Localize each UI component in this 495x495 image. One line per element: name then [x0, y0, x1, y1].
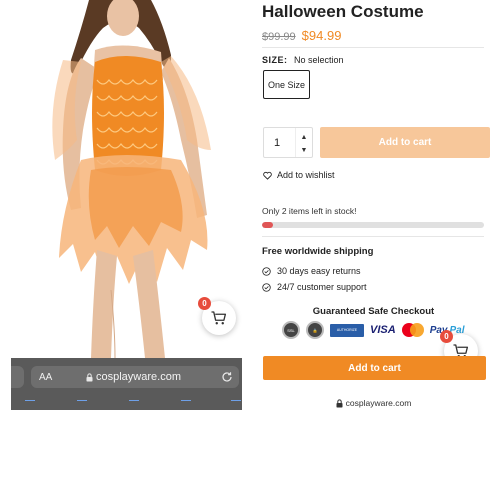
- check-circle-icon: [262, 266, 271, 276]
- divider: [262, 47, 484, 48]
- reload-icon[interactable]: [221, 371, 233, 383]
- back-icon[interactable]: [25, 400, 35, 410]
- perk-support: 24/7 customer support: [262, 282, 367, 292]
- product-title: Halloween Costume: [262, 2, 424, 21]
- footer-url-text: cosplayware.com: [345, 398, 412, 408]
- stock-level-bar: [262, 222, 484, 228]
- product-details-page: Halloween Costume $99.99 $94.99 SIZE: No…: [252, 0, 495, 410]
- price-row: $99.99 $94.99: [262, 28, 341, 43]
- increment-icon[interactable]: ▲: [298, 131, 310, 143]
- cart-count-badge: 0: [440, 330, 453, 343]
- lock-icon: [86, 372, 93, 381]
- lock-icon: [336, 398, 343, 407]
- size-option-one-size[interactable]: One Size: [263, 70, 310, 99]
- url-field[interactable]: AA cosplayware.com: [31, 366, 239, 388]
- cart-count-badge: 0: [198, 297, 211, 310]
- stepper-divider: [295, 128, 296, 157]
- visa-logo-icon: VISA: [370, 324, 396, 336]
- forward-icon[interactable]: [77, 400, 87, 410]
- stock-level-fill: [262, 222, 274, 228]
- divider: [262, 236, 484, 237]
- text-size-button[interactable]: AA: [39, 372, 52, 383]
- mobile-browser-screenshot: 0 AA cosplayware.com: [11, 0, 242, 410]
- share-icon[interactable]: [129, 400, 139, 410]
- sale-price: $94.99: [301, 28, 342, 43]
- size-selection: No selection: [294, 55, 344, 65]
- floating-cart-button[interactable]: 0: [198, 297, 236, 335]
- stock-message: Only 2 items left in stock!: [262, 206, 357, 216]
- shipping-heading: Free worldwide shipping: [262, 246, 374, 257]
- url-text: cosplayware.com: [96, 371, 181, 383]
- sticky-add-to-cart-button[interactable]: Add to cart: [263, 356, 486, 380]
- old-price: $99.99: [262, 31, 296, 43]
- tabs-icon[interactable]: [231, 400, 241, 410]
- browser-toolbar: [11, 398, 242, 410]
- size-label: SIZE:: [262, 55, 288, 65]
- check-circle-icon: [262, 282, 271, 292]
- heart-icon: [263, 171, 272, 180]
- previous-tab-stub[interactable]: [11, 366, 24, 388]
- bookmarks-icon[interactable]: [181, 400, 191, 410]
- browser-address-bar: AA cosplayware.com: [11, 358, 242, 410]
- wishlist-label: Add to wishlist: [277, 170, 335, 180]
- perk-support-label: 24/7 customer support: [277, 282, 367, 292]
- add-to-cart-button[interactable]: Add to cart: [320, 127, 490, 158]
- perk-returns-label: 30 days easy returns: [277, 266, 361, 276]
- secure-seal-icon: SSL: [282, 321, 300, 339]
- decrement-icon[interactable]: ▼: [298, 144, 310, 156]
- quantity-stepper[interactable]: 1 ▲ ▼: [263, 127, 313, 158]
- quantity-value[interactable]: 1: [274, 137, 280, 149]
- footer-url-bar: cosplayware.com: [252, 398, 495, 408]
- privacy-seal-icon: 🔒: [306, 321, 324, 339]
- authorize-net-badge-icon: AUTHORIZE: [330, 323, 364, 337]
- size-label-row: SIZE: No selection: [262, 55, 344, 65]
- mastercard-logo-icon: [401, 323, 424, 337]
- perk-returns: 30 days easy returns: [262, 266, 361, 276]
- cart-icon: [211, 311, 227, 325]
- add-to-wishlist-link[interactable]: Add to wishlist: [263, 170, 335, 180]
